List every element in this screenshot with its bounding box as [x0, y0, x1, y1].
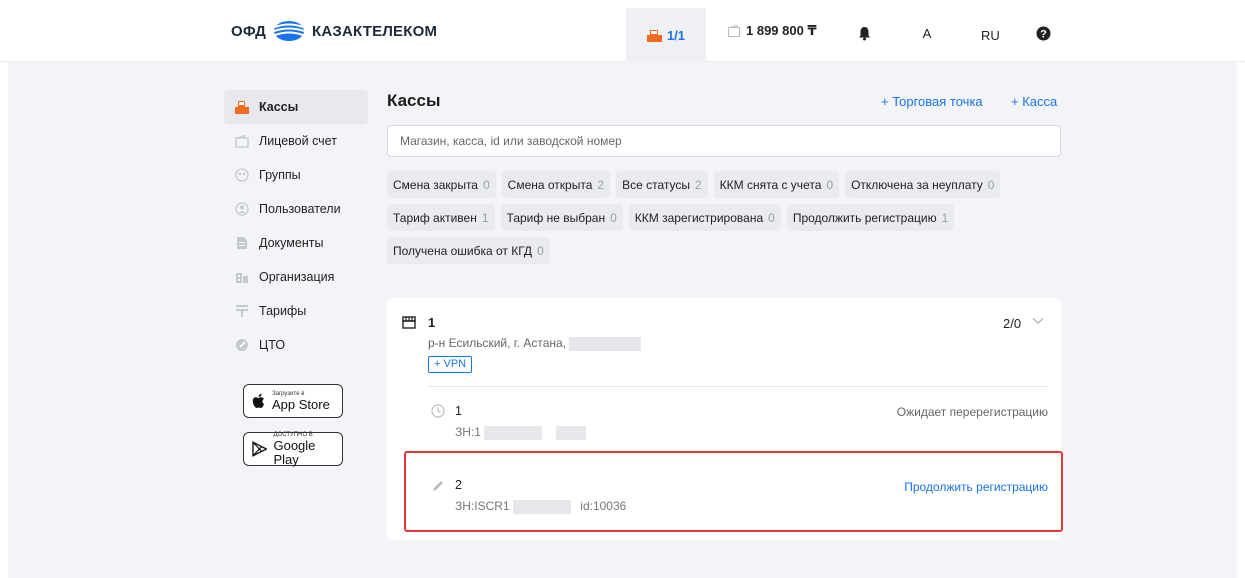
google-play-label: Google Play [273, 437, 316, 467]
filter-chip-registered[interactable]: ККМ зарегистрирована 0 [628, 204, 781, 231]
filter-chip-count: 0 [610, 210, 617, 225]
top-bar: ОФД КАЗАКТЕЛЕКОМ 1/1 1 899 800 ₸ A RU ? [0, 0, 1245, 62]
sidebar-item-cash-registers[interactable]: Кассы [224, 90, 368, 124]
sidebar-item-label: Тарифы [259, 304, 307, 318]
store-icon [402, 316, 416, 329]
sidebar: Кассы Лицевой счет Группы Пользователи Д… [224, 90, 368, 466]
tariff-icon [236, 305, 248, 317]
filter-chip-label: Продолжить регистрацию [792, 210, 937, 225]
filter-chip-deregistered[interactable]: ККМ снята с учета 0 [713, 171, 840, 198]
filter-chip-label: Отключена за неуплату [851, 177, 983, 192]
redacted-block [484, 425, 543, 440]
store-name[interactable]: 1 [428, 315, 435, 330]
groups-icon [235, 168, 249, 182]
register-serial-text: ЗН:1 [455, 425, 481, 439]
nav-cash-registers[interactable]: 1/1 [626, 8, 706, 62]
nav-balance[interactable]: 1 899 800 ₸ [728, 0, 817, 62]
filter-chip-label: ККМ зарегистрирована [634, 210, 764, 225]
bell-icon[interactable] [858, 26, 871, 41]
language-switch[interactable]: RU [981, 28, 1000, 43]
cash-counter: 1/1 [666, 27, 686, 43]
status-filters: Смена закрыта 0 Смена открыта 2 Все статус… [387, 171, 1067, 270]
filter-chip-shift-open[interactable]: Смена открыта 2 [501, 171, 611, 198]
sidebar-item-groups[interactable]: Группы [224, 158, 368, 192]
filter-chip-count: 0 [537, 243, 544, 258]
filter-chip-count: 1 [941, 210, 949, 225]
filter-chip-label: Все статусы [622, 177, 690, 192]
user-icon [235, 202, 249, 216]
brand-text: КАЗАКТЕЛЕКОМ [312, 22, 438, 40]
filter-chip-all-statuses[interactable]: Все статусы 2 [616, 171, 708, 198]
filter-chip-tariff-active[interactable]: Тариф активен 1 [387, 204, 495, 231]
chevron-down-icon[interactable] [1032, 317, 1044, 325]
globe-logo-icon [273, 21, 305, 41]
search-input[interactable] [387, 125, 1061, 157]
filter-chip-count: 0 [987, 177, 995, 192]
clock-icon [431, 404, 445, 418]
page-title: Кассы [387, 91, 441, 110]
balance-value: 1 899 800 ₸ [746, 23, 817, 38]
cashbox-icon [646, 29, 662, 42]
sidebar-item-service-center[interactable]: ЦТО [224, 328, 368, 362]
svg-text:?: ? [1040, 29, 1047, 41]
sidebar-item-users[interactable]: Пользователи [224, 192, 368, 226]
sidebar-item-label: Пользователи [259, 202, 341, 216]
filter-chip-continue-registration[interactable]: Продолжить регистрацию 1 [786, 204, 955, 231]
add-store-link[interactable]: + Торговая точка [881, 94, 983, 109]
google-play-button[interactable]: ДОСТУПНО В Google Play [243, 432, 343, 466]
document-icon [237, 237, 247, 249]
filter-chip-count: 2 [597, 177, 605, 192]
sidebar-item-label: Документы [259, 236, 324, 250]
google-play-icon [252, 441, 268, 457]
filter-chip-count: 0 [826, 177, 834, 192]
sidebar-item-organization[interactable]: Организация [224, 260, 368, 294]
filter-chip-count: 2 [694, 177, 702, 192]
sidebar-item-label: Кассы [259, 100, 299, 114]
register-serial: ЗН:1 [455, 425, 586, 440]
filter-chip-kgd-error[interactable]: Получена ошибка от КГД 0 [387, 237, 550, 264]
filter-chip-tariff-not-selected[interactable]: Тариф не выбран 0 [500, 204, 623, 231]
register-name[interactable]: 1 [455, 404, 462, 418]
redacted-block [555, 425, 586, 440]
store-address: р-н Есильский, г. Астана, [428, 336, 642, 351]
cashbox-icon [235, 101, 249, 114]
filter-chip-count: 0 [768, 210, 775, 225]
building-icon [236, 273, 248, 283]
add-cash-register-link[interactable]: + Касса [1011, 94, 1057, 109]
filter-chip-label: Смена закрыта [393, 177, 478, 192]
redacted-block [569, 336, 642, 351]
avatar[interactable]: A [915, 24, 939, 44]
apple-icon [252, 393, 264, 408]
logo-text: ОФД [231, 22, 266, 40]
wallet-icon [728, 25, 740, 37]
filter-chip-count: 0 [482, 177, 490, 192]
sidebar-item-label: Группы [259, 168, 301, 182]
help-icon[interactable]: ? [1036, 26, 1051, 41]
filter-chip-label: Смена открыта [507, 177, 593, 192]
wallet-icon [235, 134, 249, 148]
filter-chip-disabled-nonpayment[interactable]: Отключена за неуплату 0 [845, 171, 1001, 198]
store-address-text: р-н Есильский, г. Астана, [428, 336, 567, 350]
logo[interactable]: ОФД КАЗАКТЕЛЕКОМ [231, 20, 437, 42]
sidebar-item-tariffs[interactable]: Тарифы [224, 294, 368, 328]
filter-chip-label: Получена ошибка от КГД [393, 243, 533, 258]
filter-chip-shift-closed[interactable]: Смена закрыта 0 [387, 171, 496, 198]
sidebar-item-documents[interactable]: Документы [224, 226, 368, 260]
add-vpn-button[interactable]: + VPN [428, 356, 473, 373]
service-icon [236, 339, 248, 351]
app-store-label: App Store [272, 396, 330, 412]
sidebar-item-label: Организация [259, 270, 335, 284]
sidebar-item-label: Лицевой счет [259, 134, 337, 148]
app-store-button[interactable]: Загрузите в App Store [243, 384, 343, 418]
divider [428, 386, 1048, 387]
filter-chip-label: ККМ снята с учета [719, 177, 822, 192]
filter-chip-label: Тариф не выбран [506, 210, 606, 225]
sidebar-item-account[interactable]: Лицевой счет [224, 124, 368, 158]
filter-chip-count: 1 [481, 210, 489, 225]
store-register-counts: 2/0 [1003, 316, 1022, 331]
highlight-frame [404, 451, 1063, 532]
filter-chip-label: Тариф активен [393, 210, 477, 225]
register-status: Ожидает перерегистрацию [896, 405, 1048, 419]
sidebar-item-label: ЦТО [259, 338, 286, 352]
